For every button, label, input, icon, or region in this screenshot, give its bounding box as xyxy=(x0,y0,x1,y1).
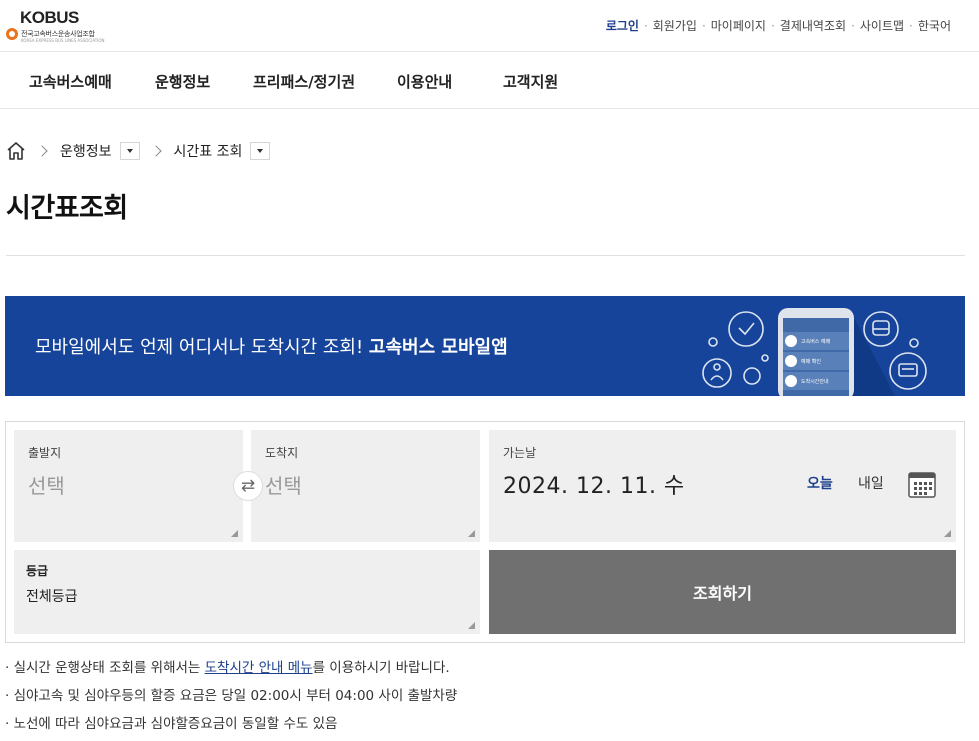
app-illustration: 고속버스 예매 예매 확인 도착시간안내 xyxy=(702,308,927,396)
separator-dot: · xyxy=(701,18,706,33)
kobus-logo[interactable]: KOBUS 전국고속버스운송사업조합 KOREA EXPRESS BUS LIN… xyxy=(6,8,116,44)
notice-item: · 심야고속 및 심야우등의 할증 요금은 당일 02:00시 부터 04:00… xyxy=(5,688,458,704)
breadcrumb-level1-dropdown[interactable] xyxy=(119,142,140,160)
calendar-icon[interactable] xyxy=(908,472,936,498)
nav-bus-booking[interactable]: 고속버스예매 xyxy=(29,71,112,92)
logo-mark-icon xyxy=(6,28,18,40)
utility-nav: 로그인 · 회원가입 · 마이페이지 · 결제내역조회 · 사이트맵 · 한국어 xyxy=(606,17,951,34)
tomorrow-button[interactable]: 내일 xyxy=(858,473,884,493)
breadcrumb: 운행정보 시간표 조회 xyxy=(6,140,271,162)
payment-history-link[interactable]: 결제내역조회 xyxy=(780,17,846,34)
nav-operation-info[interactable]: 운행정보 xyxy=(155,71,210,92)
departure-select[interactable]: 출발지 선택 xyxy=(14,430,243,542)
corner-triangle-icon xyxy=(468,530,475,537)
grade-value: 전체등급 xyxy=(26,589,78,605)
search-submit-button[interactable]: 조회하기 xyxy=(489,550,956,634)
separator-dot: · xyxy=(643,18,648,33)
notice-list: · 실시간 운행상태 조회를 위해서는 도착시간 안내 메뉴를 이용하시기 바랍… xyxy=(5,657,965,741)
grade-label: 등급 xyxy=(26,564,49,578)
signup-link[interactable]: 회원가입 xyxy=(653,17,697,34)
date-value: 2024. 12. 11. 수 xyxy=(503,474,685,499)
phone-menu-arrival: 도착시간안내 xyxy=(801,378,829,385)
banner-text: 모바일에서도 언제 어디서나 도착시간 조회! 고속버스 모바일앱 xyxy=(35,337,508,358)
phone-menu-check: 예매 확인 xyxy=(801,358,821,365)
login-link[interactable]: 로그인 xyxy=(606,17,639,34)
main-nav: 고속버스예매 운행정보 프리패스/정기권 이용안내 고객지원 xyxy=(0,53,979,109)
grade-select[interactable]: 등급 전체등급 xyxy=(14,550,480,634)
departure-label: 출발지 xyxy=(28,446,62,460)
arrival-select[interactable]: 도착지 선택 xyxy=(251,430,480,542)
nav-freepass[interactable]: 프리패스/정기권 xyxy=(253,71,355,92)
arrival-value: 선택 xyxy=(265,474,302,498)
sitemap-link[interactable]: 사이트맵 xyxy=(860,17,904,34)
breadcrumb-level2-dropdown[interactable] xyxy=(250,142,271,160)
arrival-label: 도착지 xyxy=(265,446,299,460)
date-label: 가는날 xyxy=(503,446,537,460)
chevron-right-icon xyxy=(36,145,48,157)
page-title: 시간표조회 xyxy=(6,193,128,224)
logo-subtitle-en: KOREA EXPRESS BUS LINES ASSOCIATION xyxy=(21,38,105,43)
chevron-right-icon xyxy=(149,145,162,157)
corner-triangle-icon xyxy=(231,530,238,537)
nav-support[interactable]: 고객지원 xyxy=(503,71,558,92)
separator-dot: · xyxy=(770,18,775,33)
today-button[interactable]: 오늘 xyxy=(807,473,833,493)
notice-item: · 노선에 따라 심야요금과 심야할증요금이 동일할 수도 있음 xyxy=(5,716,338,732)
separator-dot: · xyxy=(851,18,855,33)
banner-app-name: 고속버스 모바일앱 xyxy=(368,337,508,358)
separator-dot: · xyxy=(909,18,913,33)
corner-triangle-icon xyxy=(468,622,475,629)
language-select[interactable]: 한국어 xyxy=(918,17,951,34)
divider xyxy=(6,255,965,256)
breadcrumb-level2[interactable]: 시간표 조회 xyxy=(174,141,243,161)
breadcrumb-level1[interactable]: 운행정보 xyxy=(60,141,112,161)
logo-wordmark: KOBUS xyxy=(20,8,79,27)
top-header: KOBUS 전국고속버스운송사업조합 KOREA EXPRESS BUS LIN… xyxy=(0,0,979,52)
corner-triangle-icon xyxy=(944,530,951,537)
timetable-search-form: 출발지 선택 도착지 선택 ⇄ 가는날 2024. 12. 11. 수 오늘 내… xyxy=(5,421,965,643)
notice-item: · 실시간 운행상태 조회를 위해서는 도착시간 안내 메뉴를 이용하시기 바랍… xyxy=(5,660,450,676)
phone-menu-booking: 고속버스 예매 xyxy=(801,338,831,345)
departure-value: 선택 xyxy=(28,474,65,498)
nav-guide[interactable]: 이용안내 xyxy=(397,71,452,92)
mobile-app-banner[interactable]: 모바일에서도 언제 어디서나 도착시간 조회! 고속버스 모바일앱 고속버스 예… xyxy=(5,296,965,396)
swap-icon[interactable]: ⇄ xyxy=(233,471,263,501)
arrival-info-link[interactable]: 도착시간 안내 메뉴 xyxy=(205,660,313,676)
mypage-link[interactable]: 마이페이지 xyxy=(711,17,766,34)
date-select[interactable]: 가는날 2024. 12. 11. 수 오늘 내일 xyxy=(489,430,956,542)
home-icon[interactable] xyxy=(6,141,26,161)
